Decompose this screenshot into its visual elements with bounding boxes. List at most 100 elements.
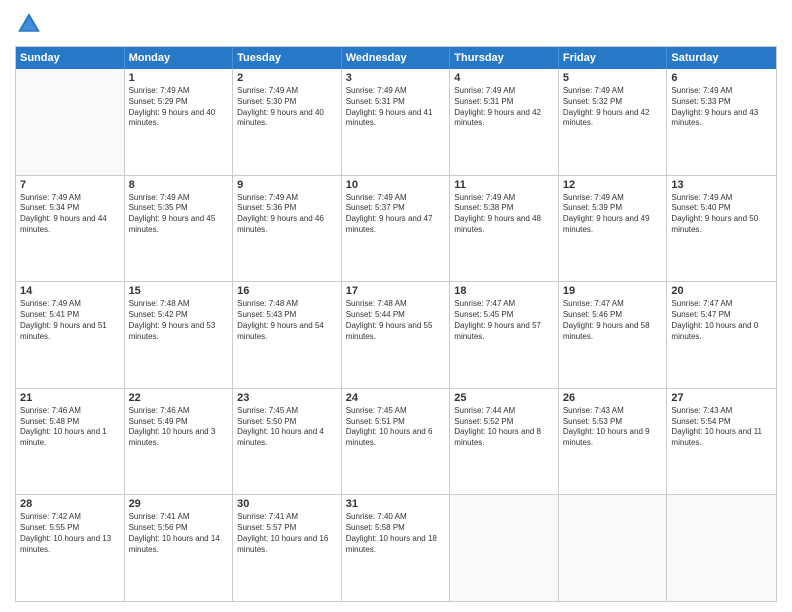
cell-sunrise: Sunrise: 7:48 AM (346, 299, 407, 308)
cell-date-number: 26 (563, 392, 663, 404)
calendar-week: 14Sunrise: 7:49 AMSunset: 5:41 PMDayligh… (16, 282, 776, 389)
calendar-day-name: Monday (125, 47, 234, 69)
calendar-cell: 12Sunrise: 7:49 AMSunset: 5:39 PMDayligh… (559, 176, 668, 282)
cell-sunrise: Sunrise: 7:49 AM (563, 86, 624, 95)
cell-sunset: Sunset: 5:49 PM (129, 417, 188, 426)
calendar-cell: 27Sunrise: 7:43 AMSunset: 5:54 PMDayligh… (667, 389, 776, 495)
cell-daylight: Daylight: 9 hours and 41 minutes. (346, 108, 433, 128)
calendar-cell (559, 495, 668, 601)
header (15, 10, 777, 38)
calendar-header: SundayMondayTuesdayWednesdayThursdayFrid… (16, 47, 776, 69)
cell-info: Sunrise: 7:46 AMSunset: 5:49 PMDaylight:… (129, 406, 229, 449)
page: SundayMondayTuesdayWednesdayThursdayFrid… (0, 0, 792, 612)
cell-sunset: Sunset: 5:51 PM (346, 417, 405, 426)
calendar-week: 1Sunrise: 7:49 AMSunset: 5:29 PMDaylight… (16, 69, 776, 176)
cell-sunrise: Sunrise: 7:49 AM (20, 299, 81, 308)
cell-sunrise: Sunrise: 7:48 AM (129, 299, 190, 308)
cell-sunset: Sunset: 5:32 PM (563, 97, 622, 106)
calendar-cell: 26 Sunrise: 7:43 AMSunset: 5:53 PMDayligh… (559, 389, 668, 495)
cell-sunrise: Sunrise: 7:46 AM (20, 406, 81, 415)
cell-info: Sunrise: 7:49 AMSunset: 5:36 PMDaylight:… (237, 193, 337, 236)
cell-info: Sunrise: 7:47 AMSunset: 5:47 PMDaylight:… (671, 299, 772, 342)
cell-date-number: 30 (237, 498, 337, 510)
cell-sunset: Sunset: 5:48 PM (20, 417, 79, 426)
calendar-cell: 15 Sunrise: 7:48 AMSunset: 5:42 PMDayligh… (125, 282, 234, 388)
calendar-cell: 21Sunrise: 7:46 AMSunset: 5:48 PMDayligh… (16, 389, 125, 495)
cell-info: Sunrise: 7:47 AMSunset: 5:46 PMDaylight:… (563, 299, 663, 342)
cell-info: Sunrise: 7:41 AMSunset: 5:56 PMDaylight:… (129, 512, 229, 555)
cell-daylight: Daylight: 9 hours and 47 minutes. (346, 214, 433, 234)
cell-daylight: Daylight: 9 hours and 40 minutes. (129, 108, 216, 128)
cell-date-number: 23 (237, 392, 337, 404)
cell-daylight: Daylight: 10 hours and 8 minutes. (454, 427, 541, 447)
cell-daylight: Daylight: 9 hours and 44 minutes. (20, 214, 107, 234)
calendar-cell: 13Sunrise: 7:49 AMSunset: 5:40 PMDayligh… (667, 176, 776, 282)
cell-date-number: 2 (237, 72, 337, 84)
cell-info: Sunrise: 7:48 AMSunset: 5:42 PMDaylight:… (129, 299, 229, 342)
cell-date-number: 12 (563, 179, 663, 191)
cell-date-number: 29 (129, 498, 229, 510)
cell-info: Sunrise: 7:49 AM Sunset: 5:33 PM Daylight:… (671, 86, 772, 129)
cell-daylight: Daylight: 9 hours and 40 minutes. (237, 108, 324, 128)
cell-daylight: Daylight: 10 hours and 18 minutes. (346, 534, 437, 554)
cell-sunrise: Sunrise: 7:41 AM (237, 512, 298, 521)
cell-sunrise: Sunrise: 7:42 AM (20, 512, 81, 521)
cell-info: Sunrise: 7:42 AMSunset: 5:55 PMDaylight:… (20, 512, 120, 555)
cell-sunset: Sunset: 5:33 PM (671, 97, 730, 106)
cell-sunset: Sunset: 5:37 PM (346, 203, 405, 212)
logo-icon (15, 10, 43, 38)
cell-date-number: 10 (346, 179, 446, 191)
cell-sunrise: Sunrise: 7:49 AM (237, 193, 298, 202)
cell-date-number: 6 (671, 72, 772, 84)
cell-sunrise: Sunrise: 7:49 AM (671, 86, 732, 95)
cell-sunrise: Sunrise: 7:49 AM (237, 86, 298, 95)
cell-date-number: 16 (237, 285, 337, 297)
cell-sunset: Sunset: 5:44 PM (346, 310, 405, 319)
cell-sunrise: Sunrise: 7:45 AM (237, 406, 298, 415)
cell-info: Sunrise: 7:49 AMSunset: 5:37 PMDaylight:… (346, 193, 446, 236)
cell-date-number: 28 (20, 498, 120, 510)
cell-sunset: Sunset: 5:40 PM (671, 203, 730, 212)
cell-sunset: Sunset: 5:45 PM (454, 310, 513, 319)
cell-sunset: Sunset: 5:55 PM (20, 523, 79, 532)
cell-daylight: Daylight: 10 hours and 0 minutes. (671, 321, 758, 341)
cell-daylight: Daylight: 9 hours and 46 minutes. (237, 214, 324, 234)
cell-info: Sunrise: 7:45 AMSunset: 5:51 PMDaylight:… (346, 406, 446, 449)
calendar-cell: 23Sunrise: 7:45 AMSunset: 5:50 PMDayligh… (233, 389, 342, 495)
cell-sunset: Sunset: 5:39 PM (563, 203, 622, 212)
calendar-cell: 16Sunrise: 7:48 AMSunset: 5:43 PMDayligh… (233, 282, 342, 388)
cell-date-number: 22 (129, 392, 229, 404)
calendar-day-name: Friday (559, 47, 668, 69)
cell-info: Sunrise: 7:49 AMSunset: 5:35 PMDaylight:… (129, 193, 229, 236)
calendar-cell: 2 Sunrise: 7:49 AMSunset: 5:30 PMDaylight… (233, 69, 342, 175)
cell-date-number: 15 (129, 285, 229, 297)
cell-sunrise: Sunrise: 7:49 AM (129, 86, 190, 95)
calendar-day-name: Wednesday (342, 47, 451, 69)
cell-sunset: Sunset: 5:50 PM (237, 417, 296, 426)
cell-sunset: Sunset: 5:56 PM (129, 523, 188, 532)
cell-daylight: Daylight: 9 hours and 50 minutes. (671, 214, 758, 234)
cell-date-number: 27 (671, 392, 772, 404)
cell-daylight: Daylight: 9 hours and 43 minutes. (671, 108, 758, 128)
cell-date-number: 5 (563, 72, 663, 84)
calendar-cell: 19Sunrise: 7:47 AMSunset: 5:46 PMDayligh… (559, 282, 668, 388)
cell-info: Sunrise: 7:49 AMSunset: 5:30 PMDaylight:… (237, 86, 337, 129)
cell-sunset: Sunset: 5:58 PM (346, 523, 405, 532)
cell-sunrise: Sunrise: 7:49 AM (671, 193, 732, 202)
calendar-day-name: Thursday (450, 47, 559, 69)
cell-info: Sunrise: 7:43 AMSunset: 5:53 PMDaylight:… (563, 406, 663, 449)
cell-info: Sunrise: 7:49 AMSunset: 5:41 PMDaylight:… (20, 299, 120, 342)
cell-sunrise: Sunrise: 7:45 AM (346, 406, 407, 415)
cell-date-number: 1 (129, 72, 229, 84)
cell-daylight: Daylight: 10 hours and 11 minutes. (671, 427, 762, 447)
cell-date-number: 21 (20, 392, 120, 404)
cell-daylight: Daylight: 9 hours and 42 minutes. (563, 108, 650, 128)
cell-sunset: Sunset: 5:53 PM (563, 417, 622, 426)
calendar-cell: 14Sunrise: 7:49 AMSunset: 5:41 PMDayligh… (16, 282, 125, 388)
cell-date-number: 11 (454, 179, 554, 191)
cell-sunrise: Sunrise: 7:41 AM (129, 512, 190, 521)
cell-sunrise: Sunrise: 7:49 AM (129, 193, 190, 202)
cell-sunrise: Sunrise: 7:44 AM (454, 406, 515, 415)
calendar-week: 7Sunrise: 7:49 AMSunset: 5:34 PMDaylight… (16, 176, 776, 283)
calendar-cell: 28Sunrise: 7:42 AMSunset: 5:55 PMDayligh… (16, 495, 125, 601)
